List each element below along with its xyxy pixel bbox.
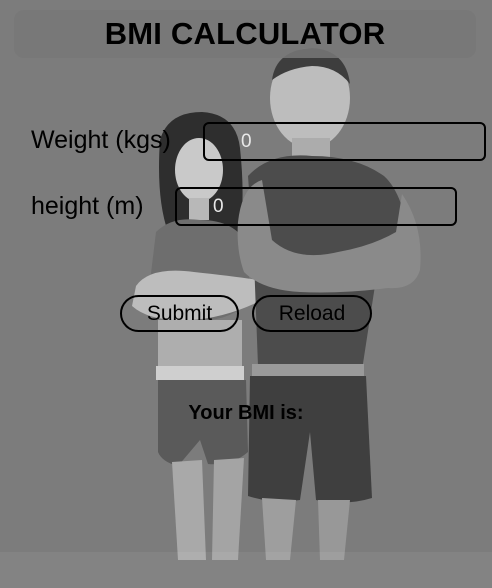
bottom-band: [0, 552, 492, 588]
submit-button[interactable]: Submit: [120, 295, 239, 332]
height-label: height (m): [31, 192, 144, 220]
background-photo: [0, 0, 492, 588]
reload-button[interactable]: Reload: [252, 295, 372, 332]
weight-label: Weight (kgs): [31, 126, 171, 154]
header-bar: BMI CALCULATOR: [14, 10, 476, 58]
height-input[interactable]: [175, 187, 457, 226]
weight-input[interactable]: [203, 122, 486, 161]
bmi-result-label: Your BMI is:: [188, 402, 304, 424]
page-title: BMI CALCULATOR: [104, 16, 386, 51]
